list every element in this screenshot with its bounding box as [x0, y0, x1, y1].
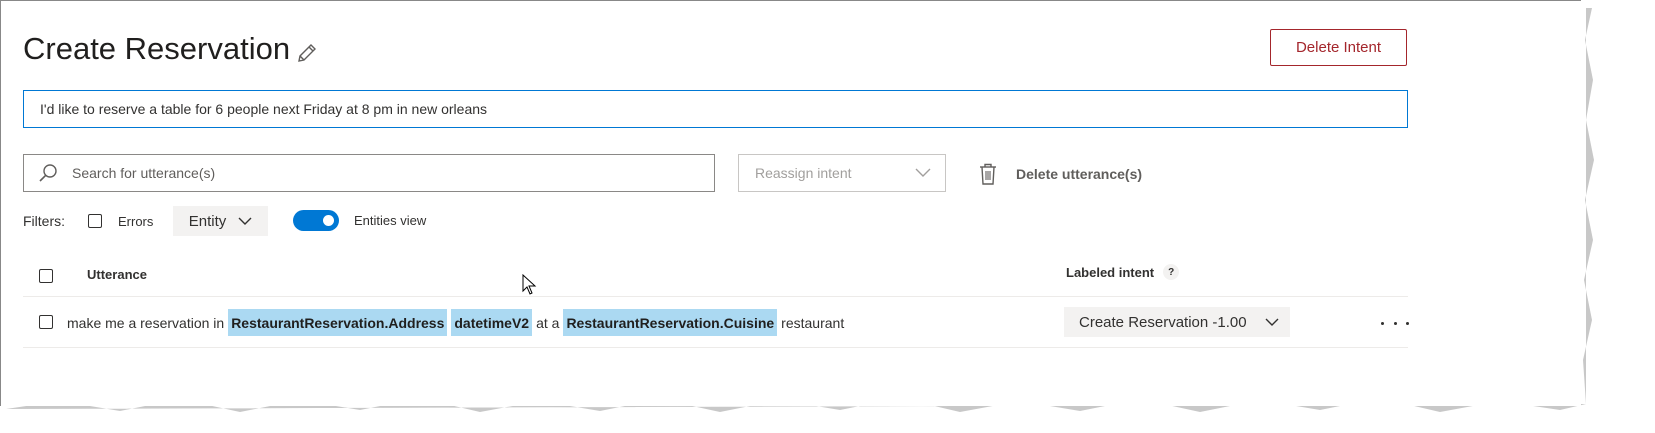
utterance-column-header[interactable]: Utterance — [87, 267, 147, 282]
mouse-pointer-icon — [522, 274, 537, 295]
utterance-token: restaurant — [781, 314, 845, 331]
entity-label-datetime[interactable]: datetimeV2 — [451, 309, 533, 336]
utterance-token: at a — [536, 314, 560, 331]
labeled-intent-header-label: Labeled intent — [1066, 264, 1155, 280]
errors-label: Errors — [118, 214, 154, 229]
header-divider — [23, 296, 1408, 297]
page-title: Create Reservation — [23, 31, 291, 66]
delete-intent-button[interactable]: Delete Intent — [1270, 29, 1407, 66]
filters-label: Filters: — [23, 213, 65, 229]
select-all-checkbox[interactable] — [39, 269, 53, 283]
labeled-intent-dropdown[interactable]: Create Reservation -1.00 — [1064, 307, 1290, 337]
row-divider — [23, 347, 1408, 348]
delete-utterances-label: Delete utterance(s) — [1016, 166, 1143, 182]
labeled-intent-column-header: Labeled intent ? — [1066, 264, 1180, 280]
row-checkbox[interactable] — [39, 315, 53, 329]
screenshot-canvas: Create Reservation Delete Intent Reassig… — [0, 0, 1655, 433]
chevron-down-icon — [915, 168, 931, 177]
entity-label-cuisine[interactable]: RestaurantReservation.Cuisine — [563, 309, 778, 336]
utterance-row-text: make me a reservation in RestaurantReser… — [67, 309, 848, 336]
entities-view-label: Entities view — [354, 213, 427, 228]
utterance-input[interactable] — [23, 90, 1408, 128]
entity-filter-dropdown[interactable]: Entity — [173, 206, 268, 236]
pencil-icon[interactable] — [295, 41, 319, 65]
labeled-intent-value: Create Reservation -1.00 — [1079, 313, 1247, 331]
trash-icon — [980, 163, 996, 185]
search-icon — [39, 164, 57, 182]
delete-utterances-button[interactable]: Delete utterance(s) — [978, 161, 1142, 187]
search-input[interactable] — [70, 164, 674, 182]
more-icon[interactable] — [1381, 313, 1409, 333]
utterance-token: make me a reservation in — [67, 314, 225, 331]
entity-filter-label: Entity — [188, 212, 227, 230]
chevron-down-icon — [238, 217, 252, 225]
reassign-intent-dropdown[interactable]: Reassign intent — [738, 154, 946, 192]
chevron-down-icon — [1265, 318, 1279, 326]
entities-view-toggle[interactable] — [293, 210, 339, 231]
help-icon[interactable]: ? — [1163, 264, 1180, 280]
errors-checkbox[interactable] — [88, 214, 102, 228]
reassign-intent-label: Reassign intent — [755, 165, 852, 181]
toggle-knob — [323, 215, 334, 226]
search-box[interactable] — [23, 154, 715, 192]
entity-label-address[interactable]: RestaurantReservation.Address — [228, 309, 448, 336]
intent-page: Create Reservation Delete Intent Reassig… — [0, 0, 1581, 406]
